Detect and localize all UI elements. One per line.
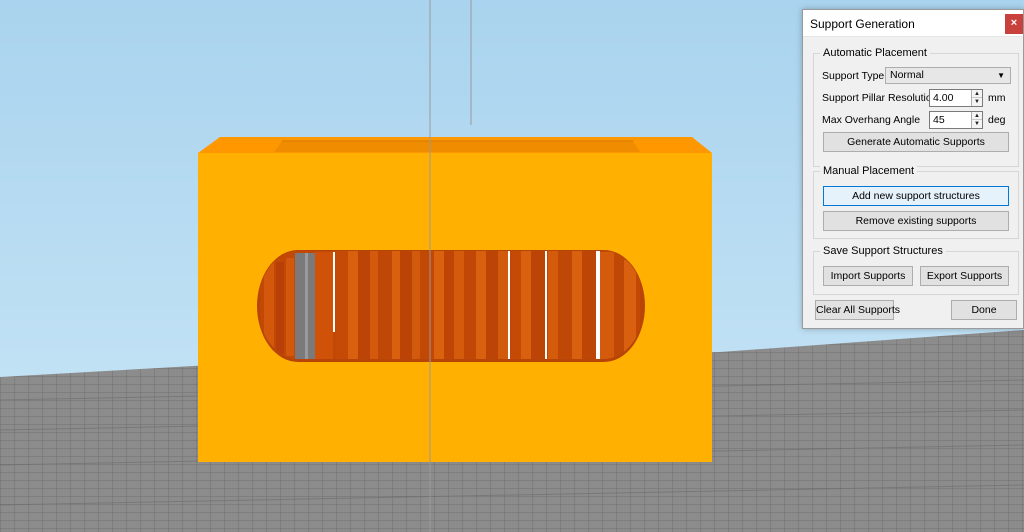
pillar-resolution-value: 4.00 (933, 92, 954, 104)
pillar-resolution-label: Support Pillar Resolution (822, 92, 938, 104)
support-type-select[interactable]: Normal ▼ (885, 67, 1011, 84)
import-supports-button[interactable]: Import Supports (823, 266, 913, 286)
support-type-label: Support Type (822, 70, 885, 82)
chevron-down-icon: ▼ (997, 71, 1005, 80)
support-type-value: Normal (890, 69, 924, 81)
overhang-angle-spinbox[interactable]: 45 ▲ ▼ (929, 111, 983, 129)
spin-up-icon[interactable]: ▲ (972, 112, 982, 120)
support-generation-dialog: Support Generation × Automatic Placement… (802, 9, 1024, 329)
clear-all-supports-button[interactable]: Clear All Supports (815, 300, 900, 320)
save-support-structures-label: Save Support Structures (820, 245, 946, 257)
support-structures (260, 251, 640, 359)
add-support-structures-button[interactable]: Add new support structures (823, 186, 1009, 206)
spin-buttons: ▲ ▼ (971, 112, 982, 128)
spin-buttons: ▲ ▼ (971, 90, 982, 106)
spin-up-icon[interactable]: ▲ (972, 90, 982, 98)
overhang-angle-label: Max Overhang Angle (822, 114, 921, 126)
automatic-placement-label: Automatic Placement (820, 47, 930, 59)
manual-placement-label: Manual Placement (820, 165, 918, 177)
save-support-structures-group: Save Support Structures Import Supports … (813, 245, 1019, 295)
spin-down-icon[interactable]: ▼ (972, 98, 982, 106)
manual-placement-group: Manual Placement Add new support structu… (813, 165, 1019, 239)
done-button[interactable]: Done (951, 300, 1017, 320)
model-top-opening (274, 141, 640, 152)
pillar-resolution-unit: mm (988, 92, 1006, 104)
automatic-placement-group: Automatic Placement Support Type Normal … (813, 47, 1019, 167)
remove-supports-button[interactable]: Remove existing supports (823, 211, 1009, 231)
overhang-angle-value: 45 (933, 114, 945, 126)
export-supports-button[interactable]: Export Supports (920, 266, 1009, 286)
pillar-resolution-spinbox[interactable]: 4.00 ▲ ▼ (929, 89, 983, 107)
dialog-titlebar[interactable]: Support Generation × (803, 10, 1023, 37)
dialog-title: Support Generation (810, 17, 915, 31)
spin-down-icon[interactable]: ▼ (972, 120, 982, 128)
generate-automatic-supports-button[interactable]: Generate Automatic Supports (823, 132, 1009, 152)
close-icon[interactable]: × (1005, 14, 1023, 34)
overhang-angle-unit: deg (988, 114, 1006, 126)
